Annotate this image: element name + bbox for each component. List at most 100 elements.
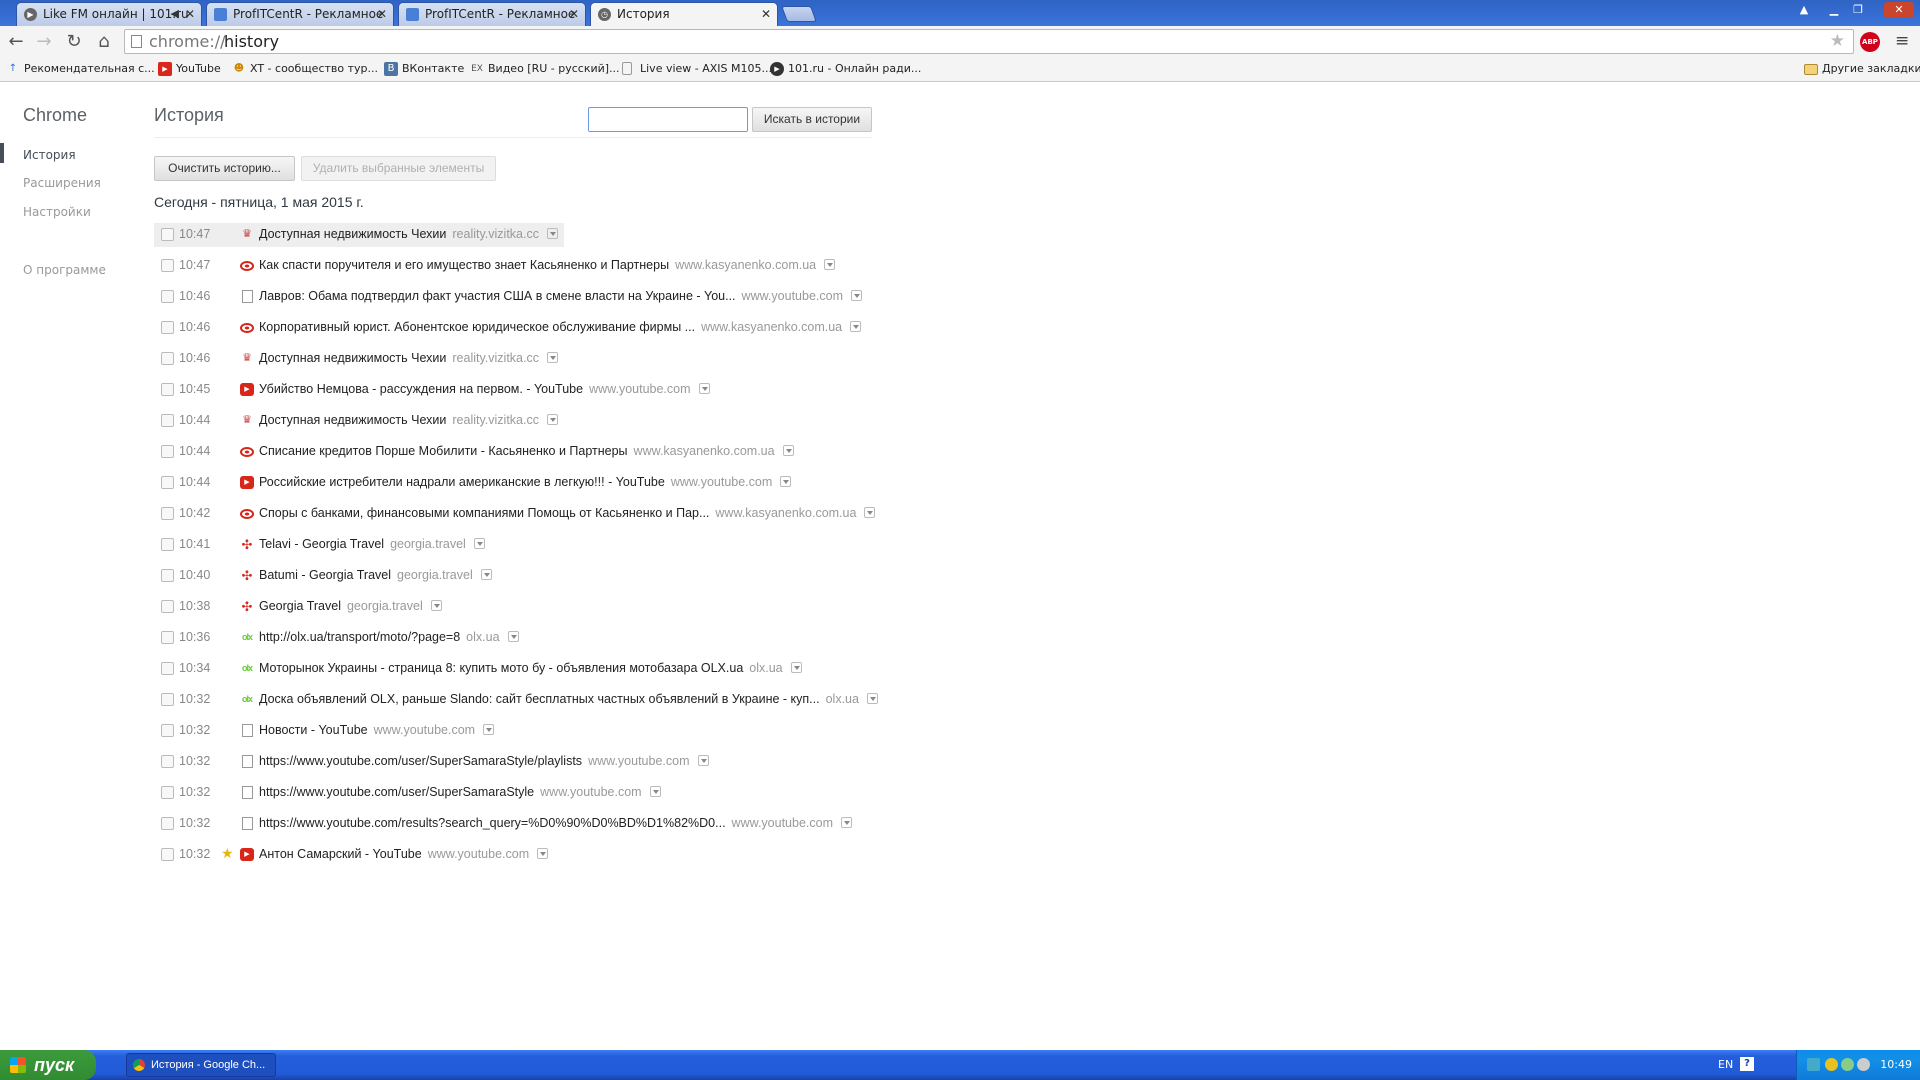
entry-link[interactable]: http://olx.ua/transport/moto/?page=8 olx.…	[259, 630, 519, 644]
entry-link[interactable]: https://www.youtube.com/results?search_q…	[259, 816, 852, 830]
entry-checkbox[interactable]	[161, 693, 174, 706]
tab-history[interactable]: ◷ История ✕	[590, 2, 778, 27]
entry-link[interactable]: Списание кредитов Порше Мобилити - Касья…	[259, 444, 794, 458]
help-icon[interactable]: ?	[1740, 1057, 1754, 1071]
adblock-icon[interactable]: ABP	[1860, 32, 1880, 52]
sidebar-item-extensions[interactable]: Расширения	[23, 176, 101, 190]
entry-link[interactable]: Антон Самарский - YouTube www.youtube.com	[259, 847, 549, 861]
clear-history-button[interactable]: Очистить историю...	[154, 156, 295, 181]
entry-menu-dropdown-icon[interactable]	[507, 631, 519, 642]
entry-checkbox[interactable]	[161, 507, 174, 520]
close-icon[interactable]: ✕	[185, 3, 195, 25]
entry-menu-dropdown-icon[interactable]	[546, 414, 558, 425]
bookmark-item[interactable]: В ВКонтакте	[384, 62, 464, 76]
entry-link[interactable]: Российские истребители надрали американс…	[259, 475, 792, 489]
sidebar-item-history[interactable]: История	[23, 148, 76, 162]
entry-checkbox[interactable]	[161, 724, 174, 737]
entry-checkbox[interactable]	[161, 321, 174, 334]
entry-checkbox[interactable]	[161, 817, 174, 830]
entry-link[interactable]: Доска объявлений OLX, раньше Slando: сай…	[259, 692, 878, 706]
entry-menu-dropdown-icon[interactable]	[864, 507, 876, 518]
close-icon[interactable]: ✕	[377, 3, 387, 25]
start-button[interactable]: пуск	[0, 1050, 96, 1080]
speaker-muted-icon[interactable]: ◀	[171, 3, 179, 25]
entry-link[interactable]: Новости - YouTube www.youtube.com	[259, 723, 495, 737]
entry-link[interactable]: Telavi - Georgia Travel georgia.travel	[259, 537, 485, 551]
entry-menu-dropdown-icon[interactable]	[840, 817, 852, 828]
entry-menu-dropdown-icon[interactable]	[850, 290, 862, 301]
entry-checkbox[interactable]	[161, 600, 174, 613]
network-icon[interactable]	[1807, 1058, 1820, 1071]
entry-menu-dropdown-icon[interactable]	[473, 538, 485, 549]
entry-checkbox[interactable]	[161, 445, 174, 458]
entry-menu-dropdown-icon[interactable]	[790, 662, 802, 673]
entry-link[interactable]: Georgia Travel georgia.travel	[259, 599, 442, 613]
entry-link[interactable]: Batumi - Georgia Travel georgia.travel	[259, 568, 492, 582]
entry-menu-dropdown-icon[interactable]	[483, 724, 495, 735]
new-tab-button[interactable]	[781, 6, 817, 22]
entry-checkbox[interactable]	[161, 476, 174, 489]
language-indicator[interactable]: EN	[1718, 1058, 1733, 1071]
entry-link[interactable]: Моторынок Украины - страница 8: купить м…	[259, 661, 802, 675]
window-close-icon[interactable]: ✕	[1884, 2, 1914, 18]
entry-link[interactable]: Лавров: Обама подтвердил факт участия СШ…	[259, 289, 862, 303]
entry-menu-dropdown-icon[interactable]	[866, 693, 878, 704]
restore-icon[interactable]: ❐	[1848, 2, 1868, 18]
sidebar-item-about[interactable]: О программе	[23, 263, 106, 277]
address-bar[interactable]: chrome:// history ★	[124, 29, 1854, 54]
entry-menu-dropdown-icon[interactable]	[824, 259, 836, 270]
entry-menu-dropdown-icon[interactable]	[480, 569, 492, 580]
entry-checkbox[interactable]	[161, 786, 174, 799]
other-bookmarks[interactable]: Другие закладки	[1804, 62, 1920, 76]
entry-link[interactable]: Корпоративный юрист. Абонентское юридиче…	[259, 320, 862, 334]
tab-profitcentr-1[interactable]: ProfITCentR - Рекламное аг ✕	[206, 2, 394, 26]
entry-link[interactable]: Убийство Немцова - рассуждения на первом…	[259, 382, 710, 396]
user-icon[interactable]: ▲	[1794, 2, 1814, 18]
update-icon[interactable]	[1841, 1058, 1854, 1071]
bookmark-item[interactable]: ▶ 101.ru - Онлайн ради...	[770, 62, 921, 76]
entry-menu-dropdown-icon[interactable]	[537, 848, 549, 859]
remove-selected-button[interactable]: Удалить выбранные элементы	[301, 156, 496, 181]
entry-checkbox[interactable]	[161, 290, 174, 303]
bookmark-item[interactable]: Live view - AXIS M105...	[622, 62, 772, 76]
entry-menu-dropdown-icon[interactable]	[546, 352, 558, 363]
entry-link[interactable]: Доступная недвижимость Чехии reality.vizi…	[259, 413, 558, 427]
entry-link[interactable]: https://www.youtube.com/user/SuperSamara…	[259, 785, 661, 799]
entry-link[interactable]: Как спасти поручителя и его имущество зн…	[259, 258, 836, 272]
entry-checkbox[interactable]	[161, 383, 174, 396]
minimize-icon[interactable]: ▁	[1824, 2, 1844, 18]
back-icon[interactable]: ←	[4, 30, 28, 54]
entry-checkbox[interactable]	[161, 569, 174, 582]
entry-menu-dropdown-icon[interactable]	[649, 786, 661, 797]
entry-checkbox[interactable]	[161, 662, 174, 675]
bookmark-star-icon[interactable]: ★	[1830, 31, 1845, 51]
close-icon[interactable]: ✕	[569, 3, 579, 25]
entry-link[interactable]: Споры с банками, финансовыми компаниями …	[259, 506, 876, 520]
sidebar-item-settings[interactable]: Настройки	[23, 205, 91, 219]
bookmark-item[interactable]: ↑ Рекомендательная с...	[6, 62, 155, 76]
bookmark-item[interactable]: ▶ YouTube	[158, 62, 221, 76]
reload-icon[interactable]: ↻	[62, 30, 86, 54]
entry-menu-dropdown-icon[interactable]	[698, 383, 710, 394]
entry-menu-dropdown-icon[interactable]	[850, 321, 862, 332]
tab-profitcentr-2[interactable]: ProfITCentR - Рекламное аг ✕	[398, 2, 586, 26]
entry-menu-dropdown-icon[interactable]	[546, 228, 558, 239]
entry-link[interactable]: Доступная недвижимость Чехии reality.vizi…	[259, 227, 558, 241]
menu-icon[interactable]: ≡	[1895, 31, 1909, 51]
entry-link[interactable]: Доступная недвижимость Чехии reality.vizi…	[259, 351, 558, 365]
close-icon[interactable]: ✕	[761, 3, 771, 25]
entry-checkbox[interactable]	[161, 259, 174, 272]
bookmark-item[interactable]: ☻ XT - сообщество тур...	[232, 62, 378, 76]
entry-menu-dropdown-icon[interactable]	[430, 600, 442, 611]
entry-checkbox[interactable]	[161, 755, 174, 768]
entry-checkbox[interactable]	[161, 631, 174, 644]
tab-like-fm[interactable]: ▶ Like FM онлайн | 101.ru ◀ ✕	[16, 2, 202, 26]
entry-checkbox[interactable]	[161, 352, 174, 365]
entry-menu-dropdown-icon[interactable]	[782, 445, 794, 456]
entry-menu-dropdown-icon[interactable]	[697, 755, 709, 766]
entry-checkbox[interactable]	[161, 228, 174, 241]
entry-checkbox[interactable]	[161, 538, 174, 551]
security-icon[interactable]	[1825, 1058, 1838, 1071]
forward-icon[interactable]: →	[32, 30, 56, 54]
search-input[interactable]	[588, 107, 748, 132]
